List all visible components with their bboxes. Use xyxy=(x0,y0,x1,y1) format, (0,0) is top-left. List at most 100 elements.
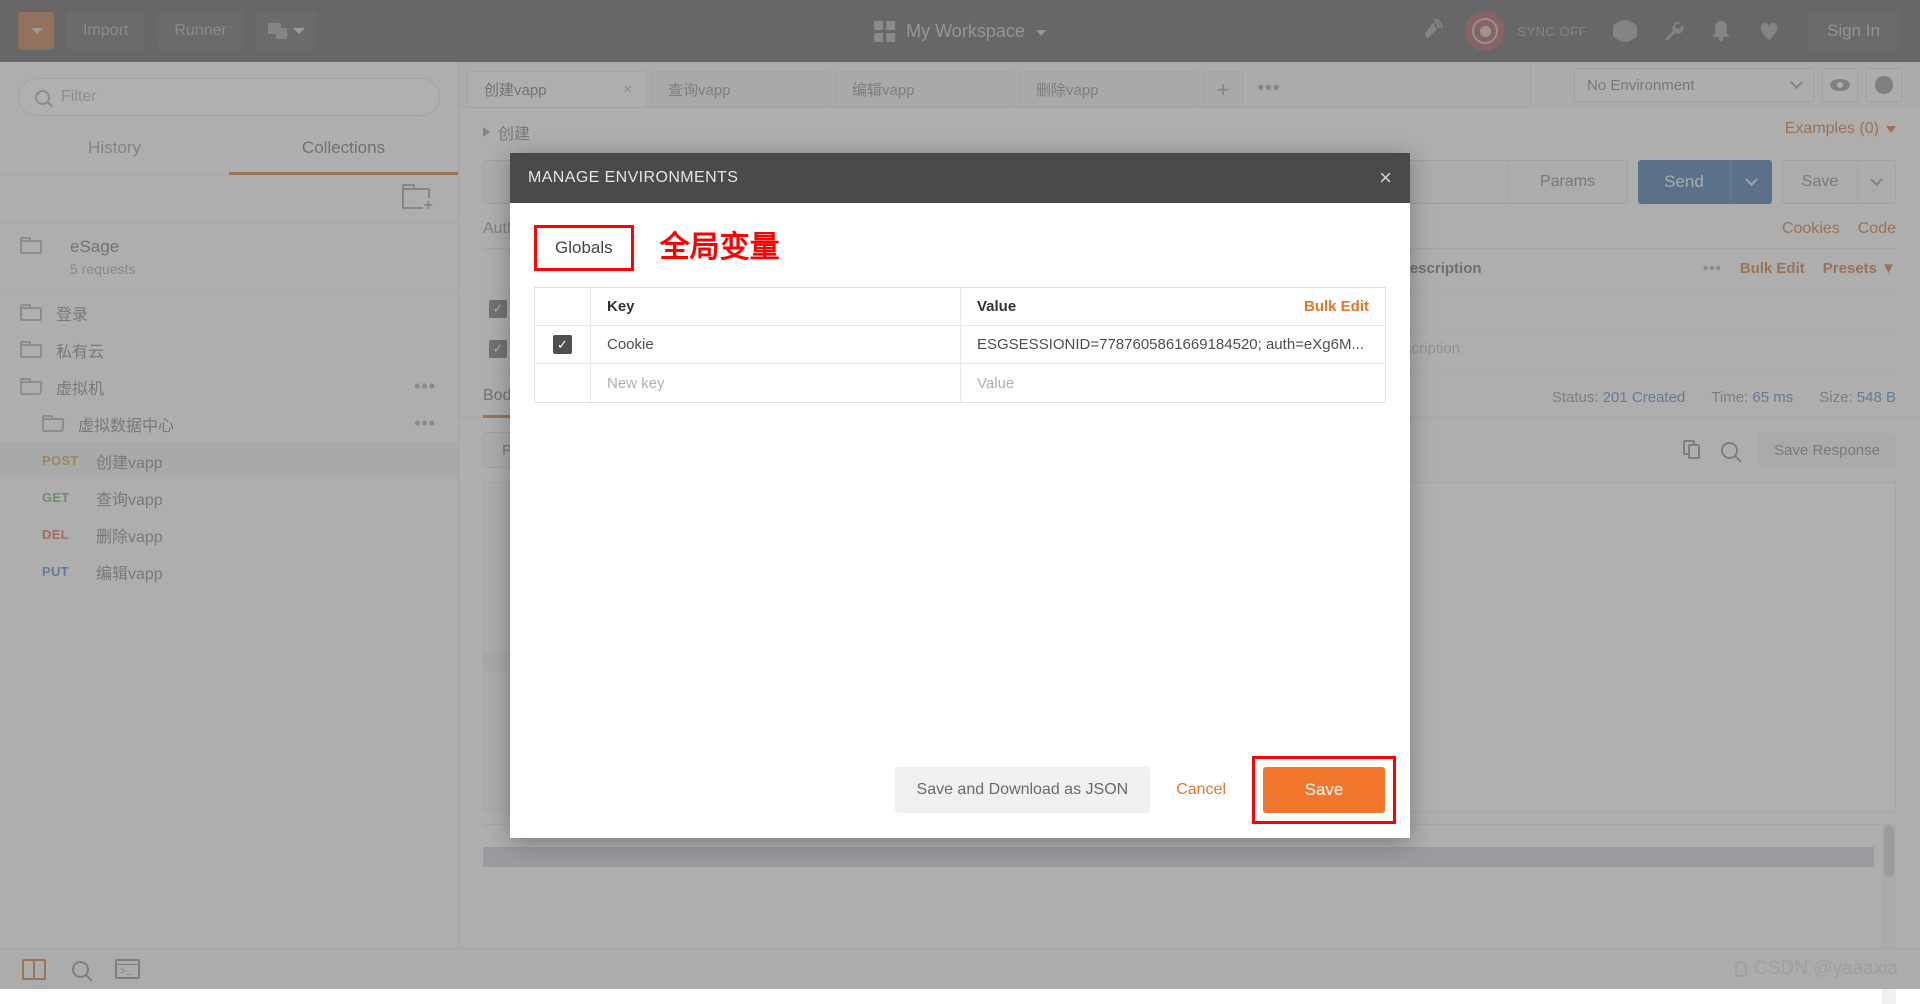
environment-select[interactable]: No Environment xyxy=(1574,68,1814,102)
console-icon[interactable]: >_ xyxy=(115,959,140,979)
collection-name: eSage xyxy=(70,237,135,257)
scrollbar-thumb[interactable] xyxy=(1884,825,1894,877)
runner-button[interactable]: Runner xyxy=(157,12,243,50)
save-and-download-json-button[interactable]: Save and Download as JSON xyxy=(895,767,1151,813)
sidebar-folder-item[interactable]: 虚拟机 ••• xyxy=(0,368,458,405)
search-icon[interactable] xyxy=(1721,442,1738,459)
collection-row[interactable]: eSage 5 requests xyxy=(0,223,458,290)
save-dropdown-button[interactable] xyxy=(1857,161,1895,203)
settings-wrench-button[interactable] xyxy=(1649,0,1697,62)
sidebar-item-label: 虚拟机 xyxy=(56,375,104,399)
examples-label: Examples (0) xyxy=(1785,120,1879,138)
sidebar-item-label: 编辑vapp xyxy=(96,560,163,584)
new-dropdown-button[interactable] xyxy=(18,12,54,50)
send-button[interactable]: Send xyxy=(1638,160,1730,204)
row-checkbox[interactable]: ✓ xyxy=(553,335,572,354)
manage-environments-button[interactable] xyxy=(1866,68,1902,102)
save-button[interactable]: Save xyxy=(1263,767,1385,813)
headers-presets-dropdown[interactable]: Presets ▼ xyxy=(1823,260,1896,277)
wrench-icon xyxy=(1661,19,1685,43)
request-tab[interactable]: 编辑vapp xyxy=(835,71,1015,107)
request-method-label: PUT xyxy=(42,564,96,579)
code-link[interactable]: Code xyxy=(1858,220,1896,238)
save-response-button[interactable]: Save Response xyxy=(1758,433,1896,467)
breadcrumb[interactable]: 创建 xyxy=(459,108,1920,152)
sidebar-request-item[interactable]: DEL删除vapp xyxy=(0,516,458,553)
sidebar-request-item[interactable]: POST创建vapp xyxy=(0,442,458,479)
satellite-icon xyxy=(1424,19,1450,43)
toggle-sidebar-icon[interactable] xyxy=(22,959,46,980)
modal-footer: Save and Download as JSON Cancel Save xyxy=(510,742,1410,838)
sidebar-folder-item[interactable]: 登录 xyxy=(0,294,458,331)
sidebar-folder-item[interactable]: 虚拟数据中心 ••• xyxy=(0,405,458,442)
globals-key-cell[interactable]: New key xyxy=(591,364,961,402)
chevron-down-icon xyxy=(31,28,43,34)
chevron-down-icon xyxy=(293,28,305,34)
sidebar-folder-item[interactable]: 私有云 xyxy=(0,331,458,368)
new-collection-icon[interactable]: + xyxy=(402,188,430,209)
new-window-button[interactable]: + xyxy=(256,12,317,50)
broadcast-button[interactable] xyxy=(1413,0,1461,62)
globals-key-cell[interactable]: Cookie xyxy=(591,326,961,363)
params-button[interactable]: Params xyxy=(1507,161,1627,203)
search-icon[interactable] xyxy=(72,961,89,978)
filter-input[interactable] xyxy=(61,88,423,106)
globals-bulk-edit-link[interactable]: Bulk Edit xyxy=(1304,298,1385,315)
globals-value-cell[interactable]: ESGSESSIONID=7787605861669184520; auth=e… xyxy=(961,326,1385,363)
sidebar-item-label: 创建vapp xyxy=(96,449,163,473)
globals-table-row[interactable]: New keyValue xyxy=(535,364,1385,402)
import-button[interactable]: Import xyxy=(66,12,145,50)
row-checkbox[interactable]: ✓ xyxy=(489,340,507,358)
request-method-label: DEL xyxy=(42,527,96,542)
search-icon xyxy=(35,90,50,105)
globals-value-cell[interactable]: Value xyxy=(961,364,1385,402)
status-group: Status: 201 Created xyxy=(1552,389,1685,406)
examples-dropdown[interactable]: Examples (0) xyxy=(1785,120,1896,138)
tab-more-icon[interactable]: ••• xyxy=(1247,71,1291,107)
send-dropdown-button[interactable] xyxy=(1730,160,1772,204)
sync-status-button[interactable] xyxy=(1461,0,1509,62)
new-button-group[interactable]: New xyxy=(18,12,54,50)
watermark: CSDN @yaaaxia xyxy=(1735,958,1898,980)
item-more-icon[interactable]: ••• xyxy=(414,419,436,428)
headers-bulk-edit-link[interactable]: Bulk Edit xyxy=(1740,260,1805,277)
save-button[interactable]: Save xyxy=(1783,161,1857,203)
sidebar-item-label: 虚拟数据中心 xyxy=(78,412,174,436)
sidebar-item-label: 查询vapp xyxy=(96,486,163,510)
notifications-button[interactable] xyxy=(1697,0,1745,62)
favorites-button[interactable] xyxy=(1745,0,1793,62)
sidebar-request-item[interactable]: GET查询vapp xyxy=(0,479,458,516)
cancel-button[interactable]: Cancel xyxy=(1150,781,1252,799)
row-checkbox-cell[interactable] xyxy=(535,364,591,402)
request-tab[interactable]: 删除vapp xyxy=(1019,71,1199,107)
copy-icon[interactable] xyxy=(1683,440,1701,460)
save-button-group: Save xyxy=(1782,160,1896,204)
row-checkbox-cell[interactable]: ✓ xyxy=(535,326,591,363)
globe-icon xyxy=(1613,19,1637,43)
tab-collections[interactable]: Collections xyxy=(229,126,458,175)
request-tab[interactable]: 查询vapp xyxy=(651,71,831,107)
request-tab[interactable]: 创建vapp× xyxy=(467,71,647,107)
filter-container xyxy=(0,62,458,126)
grid-icon xyxy=(874,21,895,42)
row-checkbox[interactable]: ✓ xyxy=(489,300,507,318)
sign-in-button[interactable]: Sign In xyxy=(1807,12,1900,50)
cookies-link[interactable]: Cookies xyxy=(1782,220,1840,238)
headers-table-actions: ••• Bulk Edit Presets ▼ xyxy=(1703,260,1896,277)
workspace-selector[interactable]: My Workspace xyxy=(874,21,1046,42)
close-icon[interactable]: × xyxy=(1379,167,1392,189)
globals-tab[interactable]: Globals xyxy=(534,225,634,271)
tab-history[interactable]: History xyxy=(0,126,229,175)
environment-quick-look-button[interactable] xyxy=(1822,68,1858,102)
add-tab-button[interactable]: + xyxy=(1203,71,1243,107)
globe-button[interactable] xyxy=(1601,0,1649,62)
request-tab-label: 查询vapp xyxy=(668,79,731,100)
close-icon[interactable]: × xyxy=(623,81,632,98)
globals-table-row[interactable]: ✓ CookieESGSESSIONID=7787605861669184520;… xyxy=(535,326,1385,364)
headers-more-icon[interactable]: ••• xyxy=(1703,260,1722,277)
eye-icon xyxy=(1830,79,1850,91)
item-more-icon[interactable]: ••• xyxy=(414,382,436,391)
request-method-label: POST xyxy=(42,453,96,468)
sidebar-request-item[interactable]: PUT编辑vapp xyxy=(0,553,458,590)
filter-box[interactable] xyxy=(18,78,440,116)
